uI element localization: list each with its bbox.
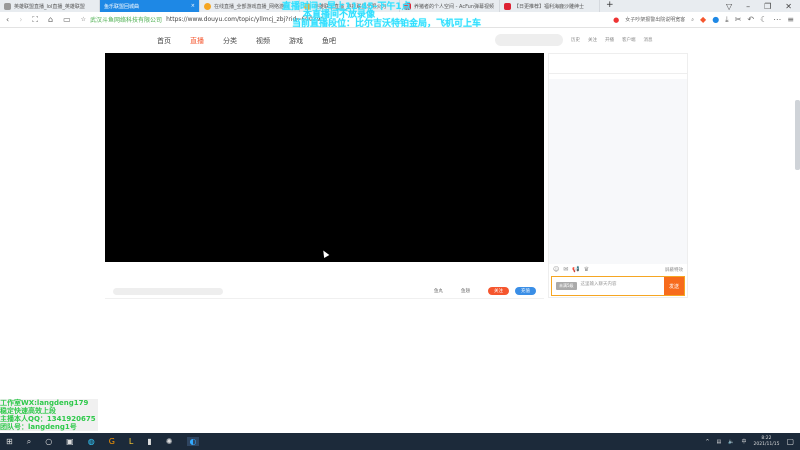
forward-icon[interactable]: › [19,15,22,24]
nav-games[interactable]: 游戏 [289,36,303,46]
messages-link[interactable]: 消息 [644,37,653,43]
ime-indicator[interactable]: 中 [741,438,746,445]
more-icon[interactable]: ⋯ [773,15,781,24]
tab-favicon-icon [504,2,511,10]
fish-ball-label: 鱼丸 [434,289,443,294]
page-scrollbar[interactable] [795,100,800,170]
browser-tab[interactable]: 养猪者的个人空间 - AcFun弹幕视频 [400,0,500,12]
app-icon[interactable]: ◍ [88,437,95,446]
tab-favicon-icon [204,2,211,10]
notification-icon[interactable]: ▢ [786,437,794,446]
tray-expand-icon[interactable]: ^ [705,439,709,445]
emoji-icon[interactable]: ☺ [553,266,559,273]
start-icon[interactable]: ⊞ [6,437,13,446]
restore-icon[interactable]: ❐ [764,2,771,11]
chat-input[interactable]: 这里输入聊天内容 [581,277,664,287]
browser-tab-active[interactable]: 鱼乐联盟回城曲 × [100,0,200,12]
scissors-icon[interactable]: ✂ [735,15,742,24]
chat-icon[interactable]: ● [712,15,719,24]
clock[interactable]: 8:22 2021/11/15 [754,436,780,448]
nav-category[interactable]: 分类 [223,36,237,46]
tab-favicon-icon [4,2,11,10]
recharge-button[interactable]: 充值 [515,287,536,295]
nav-live[interactable]: 直播 [190,36,204,46]
undo-icon[interactable]: ↶ [747,15,754,24]
home-icon[interactable]: ⌂ [48,15,53,24]
site-search-input[interactable] [495,34,563,46]
search-icon[interactable]: ⌕ [691,17,694,23]
browser-tab[interactable]: 英雄联盟直播_lol直播_英雄联盟 [0,0,100,12]
browser-app-icon[interactable]: ◐ [186,437,200,446]
back-icon[interactable]: ‹ [6,15,9,24]
watermark: 工作室WX:langdeng179 稳定快速高效上段 主播本人QQ：134192… [0,399,98,431]
close-tab-icon[interactable]: × [191,3,195,9]
task-view-icon[interactable]: ▣ [66,437,74,446]
app-icon[interactable]: L [129,437,133,446]
search-icon[interactable]: ⌕ [27,437,31,447]
cortana-icon[interactable]: ○ [45,437,52,446]
shirt-icon[interactable]: ▽ [726,2,732,11]
horn-icon[interactable]: 📢 [572,266,579,273]
close-icon[interactable]: ✕ [785,2,792,11]
taskbar: ⊞ ⌕ ○ ▣ ◍ G L ▮ ✺ ◐ ^ ▤ 🔈 中 8:22 2021/11/… [0,433,800,450]
url-field[interactable]: ☆ 武汉斗鱼网络科技有限公司 https://www.douyu.com/top… [81,15,325,24]
nav-home[interactable]: 首页 [157,36,171,46]
gift-bar [113,287,223,295]
follow-link[interactable]: 关注 [588,37,597,43]
search-input[interactable]: 女子吵架报警出院说明宽客 [625,16,685,23]
app-icon[interactable]: ✺ [166,437,173,446]
mail-icon[interactable]: ✉ [563,266,568,273]
broadcast-link[interactable]: 开播 [605,37,614,43]
search-engine-icon[interactable]: ● [613,16,619,24]
user-nav: 历史 关注 开播 客户端 消息 [495,34,653,46]
send-button[interactable]: 发送 [664,277,684,295]
browser-tab[interactable]: 【日更推荐】福利海鹿沙雕绅士 [500,0,600,12]
player-toolbar: 鱼丸 鱼翅 关注 充值 [105,284,544,299]
fish-fin-label: 鱼翅 [461,289,470,294]
game-icon[interactable]: ◆ [700,15,706,24]
block-effects-toggle[interactable]: 屏蔽特效 [665,267,683,273]
chat-header [549,54,687,74]
volume-icon[interactable]: 🔈 [728,439,734,445]
app-icon[interactable]: ▮ [147,437,151,446]
level-badge: 未满5级 [556,282,577,290]
client-link[interactable]: 客户端 [622,37,636,43]
download-icon[interactable]: ⤓ [725,15,729,25]
chat-panel: ☺ ✉ 📢 ♛ 屏蔽特效 未满5级 这里输入聊天内容 发送 [548,53,688,298]
history-link[interactable]: 历史 [571,37,580,43]
nav-video[interactable]: 视频 [256,36,270,46]
video-player[interactable] [105,53,544,262]
overlay-text: 当前直播段位：比尔吉沃特铂金局，飞机可上车 [292,19,482,29]
nav-yuba[interactable]: 鱼吧 [322,36,336,46]
fullscreen-icon[interactable]: ⛶ [32,15,38,25]
chat-input-box: 未满5级 这里输入聊天内容 发送 [551,276,685,296]
minimize-icon[interactable]: – [746,2,750,11]
site-nav: 首页 直播 分类 视频 游戏 鱼吧 [157,36,336,46]
menu-icon[interactable]: ≡ [787,15,794,24]
new-tab-button[interactable]: + [600,0,620,12]
star-icon[interactable]: ☆ [81,16,86,23]
app-icon[interactable]: G [109,437,115,446]
network-icon[interactable]: ▤ [717,439,722,445]
chat-message-list [549,79,687,264]
reader-icon[interactable]: ▭ [63,15,71,24]
crown-icon[interactable]: ♛ [584,266,589,273]
follow-button[interactable]: 关注 [488,287,509,295]
night-mode-icon[interactable]: ☾ [760,15,767,24]
